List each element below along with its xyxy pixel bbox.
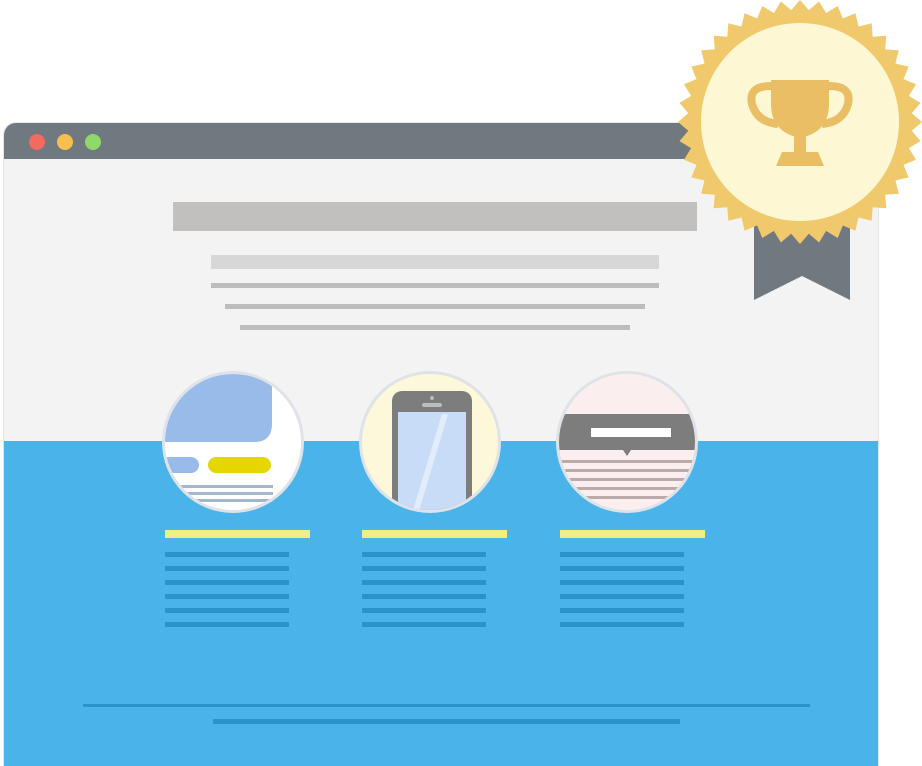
headline-placeholder [173, 202, 697, 231]
feature-title-placeholder [362, 530, 507, 538]
minimize-dot [57, 134, 73, 150]
text-line-placeholder [240, 325, 630, 330]
text-line-placeholder [225, 304, 645, 309]
subheadline-placeholder [211, 255, 659, 269]
footer-line-placeholder [213, 719, 680, 724]
browser-popup-icon [556, 371, 698, 513]
smartphone-icon [359, 371, 501, 513]
footer-line-placeholder [83, 704, 810, 707]
maximize-dot [85, 134, 101, 150]
feature-title-placeholder [165, 530, 310, 538]
award-badge [678, 0, 922, 310]
text-line-placeholder [211, 283, 659, 288]
feature-title-placeholder [560, 530, 705, 538]
web-layout-icon [162, 371, 304, 513]
close-dot [29, 134, 45, 150]
